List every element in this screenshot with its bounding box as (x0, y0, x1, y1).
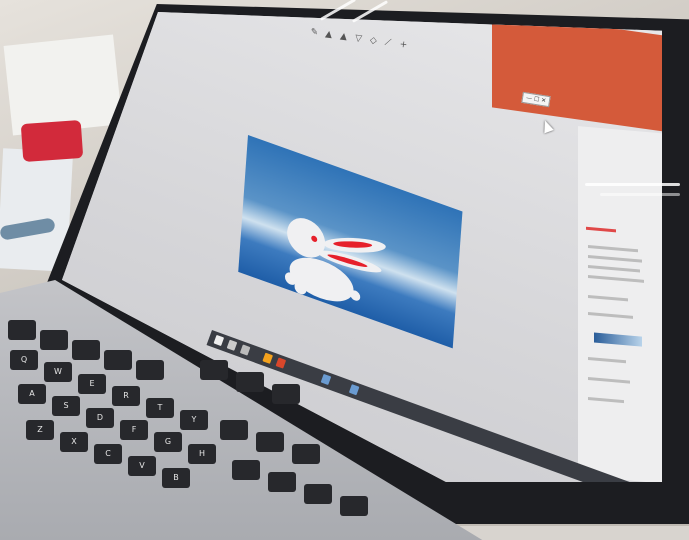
key-f[interactable]: F (120, 420, 148, 440)
keyboard-key[interactable] (40, 330, 68, 350)
light-glare (600, 193, 680, 196)
key-g[interactable]: G (154, 432, 182, 452)
key-q[interactable]: Q (10, 350, 38, 370)
keyboard-key[interactable] (272, 384, 300, 404)
panel-option[interactable] (588, 254, 642, 263)
keyboard-key[interactable] (220, 420, 248, 440)
key-c[interactable]: C (94, 444, 122, 464)
keyboard-key[interactable] (104, 350, 132, 370)
key-b[interactable]: B (162, 468, 190, 488)
key-z[interactable]: Z (26, 420, 54, 440)
pen-tool-icon[interactable]: ✎ (310, 27, 319, 38)
key-e[interactable]: E (78, 374, 106, 394)
key-s[interactable]: S (52, 396, 80, 416)
panel-option[interactable] (588, 244, 638, 253)
key-w[interactable]: W (44, 362, 72, 382)
eraser-icon[interactable]: ◇ (369, 36, 378, 47)
keyboard-key[interactable] (292, 444, 320, 464)
keyboard-key[interactable] (72, 340, 100, 360)
panel-section-header (586, 226, 616, 233)
key-r[interactable]: R (112, 386, 140, 406)
key-a[interactable]: A (18, 384, 46, 404)
keyboard-key[interactable] (304, 484, 332, 504)
key-v[interactable]: V (128, 456, 156, 476)
pen-tool-2-icon[interactable]: ▲ (325, 29, 334, 40)
more-icon[interactable]: + (399, 40, 408, 51)
panel-option[interactable] (588, 274, 644, 283)
keyboard-key[interactable] (200, 360, 228, 380)
keyboard-key[interactable] (136, 360, 164, 380)
ruler-icon[interactable]: ⟋ (384, 38, 393, 49)
key-y[interactable]: Y (180, 410, 208, 430)
keyboard: Q W E R T Y A S D F G H Z X C V B (0, 300, 689, 526)
keyboard-key[interactable] (268, 472, 296, 492)
light-glare (585, 183, 680, 186)
rabbit-head (287, 218, 326, 258)
key-d[interactable]: D (86, 408, 114, 428)
keyboard-key[interactable] (340, 496, 368, 516)
key-t[interactable]: T (146, 398, 174, 418)
key-h[interactable]: H (188, 444, 216, 464)
keyboard-key[interactable] (232, 460, 260, 480)
keyboard-key[interactable] (8, 320, 36, 340)
highlighter-icon[interactable]: ▽ (354, 33, 363, 44)
pen-tool-3-icon[interactable]: ▲ (339, 31, 348, 42)
panel-option[interactable] (588, 264, 640, 273)
keyboard-key[interactable] (256, 432, 284, 452)
red-object (20, 119, 84, 163)
keyboard-key[interactable] (236, 372, 264, 392)
key-x[interactable]: X (60, 432, 88, 452)
